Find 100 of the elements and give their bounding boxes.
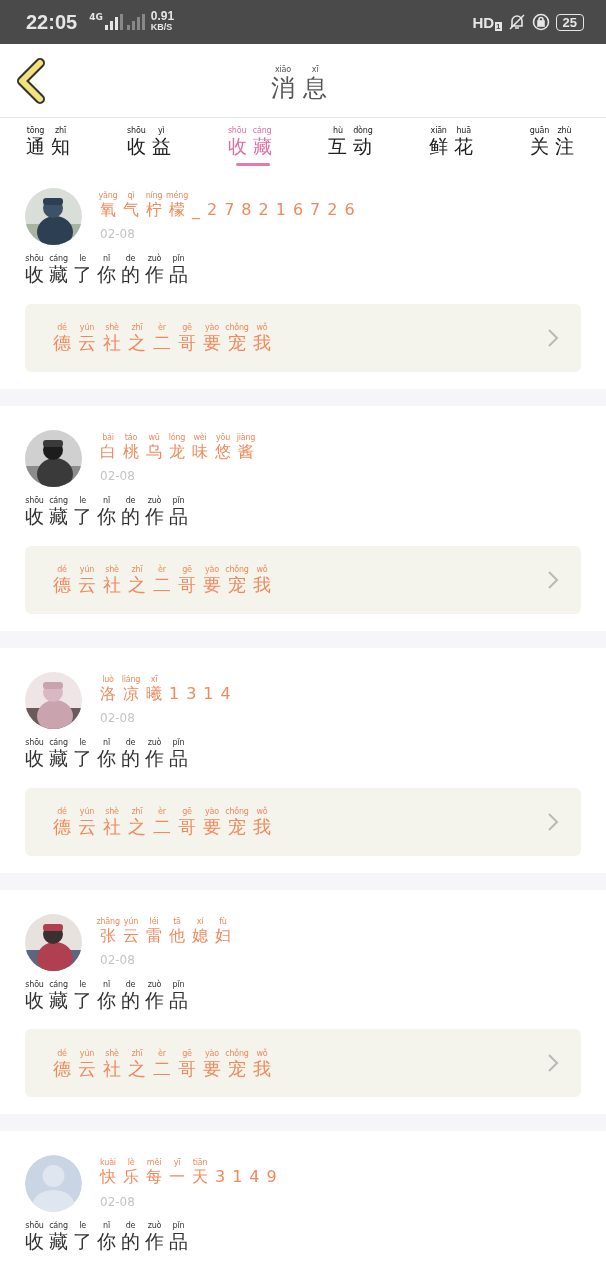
chevron-right-icon [547,811,559,832]
pinyin: cáng [48,253,69,264]
pinyin: tōng [25,124,46,136]
pinyin: de [124,736,137,748]
user-name[interactable]: 张云雷他媳妇 [100,926,238,945]
status-time: 22:05 [26,10,78,34]
pinyin: zhī [130,805,144,817]
date: 02-08 [100,469,135,484]
pinyin: yún [78,322,96,333]
pinyin: pǐn [171,494,186,506]
pinyin: shè [104,805,120,817]
chevron-right-icon [547,327,559,348]
pinyin: le [78,1220,87,1232]
pinyin: chǒng [224,322,250,333]
pinyin: jiàng [235,431,257,443]
pinyin: cáng [251,124,273,136]
pinyin: yún [78,563,96,575]
activity-text: 收藏了你的作品 [25,264,193,286]
pinyin: shè [104,1047,120,1059]
pinyin: hù [332,124,344,136]
date: 02-08 [100,227,135,242]
pinyin: le [78,736,87,748]
pinyin: cáng [48,978,69,990]
user-name[interactable]: 氧气柠檬_278216726 [100,201,362,220]
pinyin: shōu [126,124,147,136]
hd-indicator: HD 1 [472,13,502,31]
tab[interactable]: shōu cáng 收藏 [227,118,278,164]
work-card[interactable]: dé yún shè zhī èr gē yào chǒng wǒ 德云社之二哥要宠我 [25,303,581,372]
pinyin: cáng [48,1220,69,1232]
pinyin: de [124,978,137,990]
battery-level: 25 [555,13,584,31]
tab[interactable]: tōng zhī 通知 [26,118,76,164]
pinyin: zhī [130,322,144,333]
pinyin: zuò [146,494,163,506]
pinyin: zhù [556,124,573,136]
work-card[interactable]: dé yún shè zhī èr gē yào chǒng wǒ 德云社之二哥要宠我 [25,545,581,614]
pinyin: cáng [48,736,69,748]
pinyin: de [124,1220,137,1232]
pinyin: wǒ [255,805,269,817]
pinyin: nǐ [102,736,111,748]
pinyin: shōu [24,494,45,506]
pinyin: tiān [191,1157,209,1169]
work-card[interactable]: dé yún shè zhī èr gē yào chǒng wǒ 德云社之二哥要宠我 [25,787,581,856]
pinyin: shōu [24,736,45,748]
pinyin: nǐ [102,1220,111,1232]
pinyin: shè [104,563,120,575]
rotation-lock-icon [531,13,550,31]
pinyin: wū [147,431,161,443]
pinyin: fù [218,915,228,927]
pinyin: èr [157,563,167,575]
work-card[interactable]: dé yún shè zhī èr gē yào chǒng wǒ 德云社之二哥要宠我 [25,1029,581,1098]
date: 02-08 [100,711,135,726]
pinyin: yào [204,805,220,817]
date: 02-08 [100,1194,135,1209]
pinyin: méng [165,190,189,201]
pinyin: dé [56,805,68,817]
pinyin: yào [204,1047,220,1059]
pinyin: pǐn [171,978,186,990]
user-name[interactable]: 洛凉曦1314 [100,684,238,704]
user-name[interactable]: 白桃乌龙味悠酱 [100,442,261,462]
pinyin: le [78,253,87,264]
chevron-right-icon [547,569,559,590]
pinyin: zhī [130,563,144,575]
pinyin: tā [172,915,182,927]
pinyin: kuài [99,1157,117,1169]
pinyin: wǒ [255,1047,269,1059]
pinyin: cáng [48,494,69,506]
pinyin: shōu [24,978,45,990]
pinyin: èr [157,322,167,333]
tab[interactable]: xiān huā 鲜花 [429,118,480,164]
pinyin: lóng [167,431,187,443]
pinyin: nǐ [102,253,111,264]
pinyin: pǐn [171,736,186,748]
pinyin: zuò [146,253,163,264]
pinyin: èr [157,805,167,817]
pinyin: èr [157,1047,167,1059]
pinyin: shōu [24,1220,45,1232]
tab[interactable]: guān zhù 关注 [530,118,580,164]
user-name[interactable]: 快乐每一天3149 [100,1168,284,1187]
pinyin: gē [181,805,193,817]
pinyin: dòng [352,124,374,136]
pinyin: dé [56,1047,68,1059]
pinyin: yī [172,1157,182,1169]
pinyin: zuò [146,1220,163,1232]
pinyin: zuò [146,736,163,748]
pinyin: chǒng [224,1047,250,1059]
pinyin: huā [455,124,472,136]
pinyin: zuò [146,978,163,990]
back-button[interactable] [14,58,48,104]
pinyin: yào [204,322,220,333]
pinyin: dé [56,322,68,333]
pinyin: bái [101,431,115,443]
pinyin: xí [195,915,205,927]
pinyin: wǒ [255,563,269,575]
pinyin: pǐn [171,253,186,264]
pinyin: de [124,253,137,264]
tab[interactable]: hù dòng 互动 [328,118,379,164]
pinyin: gē [181,322,193,333]
pinyin: de [124,494,137,506]
tab[interactable]: shōu yì 收益 [126,118,177,164]
